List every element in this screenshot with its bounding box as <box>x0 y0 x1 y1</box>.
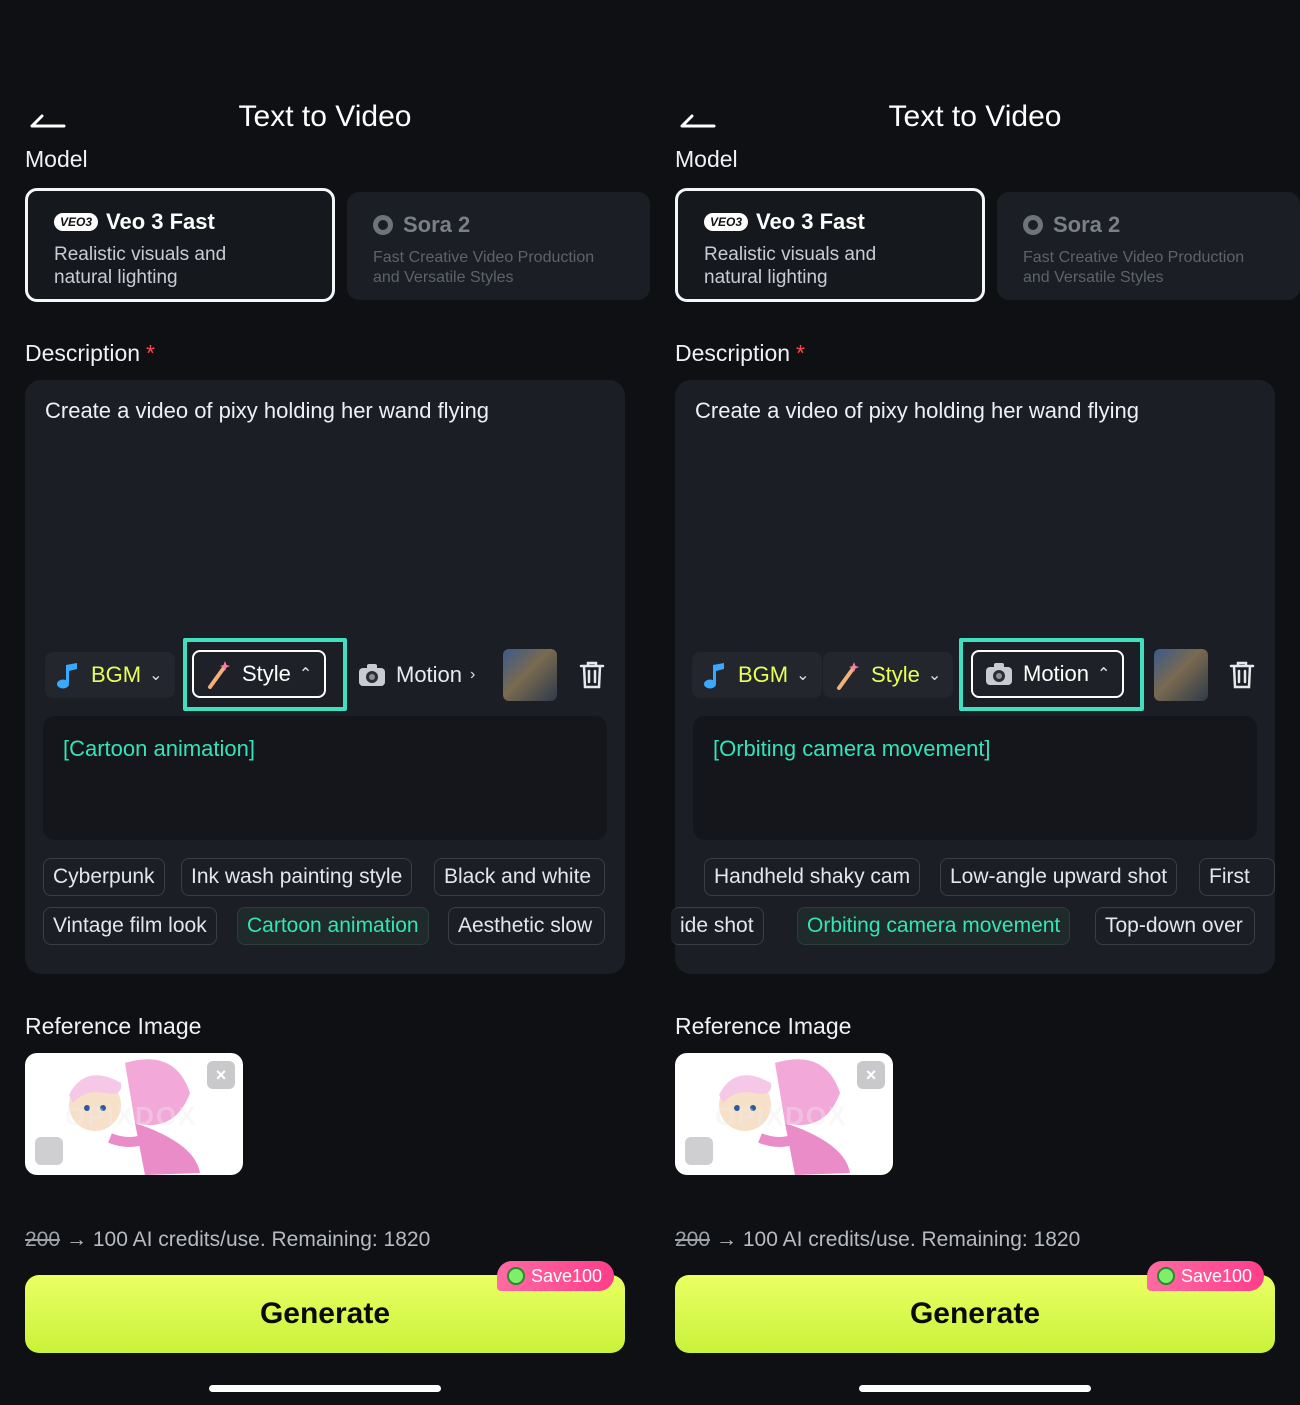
description-box: Create a video of pixy holding her wand … <box>25 380 625 974</box>
bgm-label: BGM <box>738 662 789 687</box>
motion-chip[interactable]: Handheld shaky cam <box>704 858 921 896</box>
save-badge: Save100 <box>1147 1261 1265 1291</box>
model-desc-line: Realistic visuals and <box>704 244 877 265</box>
model-name: Sora 2 <box>1053 212 1121 237</box>
home-indicator[interactable] <box>209 1385 441 1392</box>
motion-label: Motion <box>396 662 463 687</box>
motion-chip[interactable]: Low-angle upward shot <box>940 858 1178 896</box>
model-desc-line: Realistic visuals and <box>54 244 227 265</box>
watermark: OPIXDOX <box>715 1101 848 1131</box>
edit-image-icon[interactable] <box>35 1137 63 1165</box>
style-button[interactable]: Style ⌄ <box>823 652 954 698</box>
style-chip[interactable]: Black and white <box>434 858 605 896</box>
chevron-right-icon: › <box>470 666 476 683</box>
motion-chip[interactable]: Top-down over <box>1095 907 1255 945</box>
style-label: Style <box>871 662 920 687</box>
veo-badge-icon: VEO3 <box>54 213 99 231</box>
chevron-down-icon: ⌄ <box>149 667 163 684</box>
trash-icon[interactable] <box>578 660 606 690</box>
model-label: Model <box>675 146 738 172</box>
motion-button[interactable]: Motion › <box>346 652 487 698</box>
music-note-icon <box>704 661 728 689</box>
prompt-preview[interactable]: [Orbiting camera movement] <box>693 716 1257 840</box>
model-card-sora2[interactable]: Sora 2 Fast Creative Video Production an… <box>997 192 1300 300</box>
save-badge: Save100 <box>497 1261 615 1291</box>
credits-old-price: 200 <box>675 1228 711 1251</box>
credits-info: 200 → 100 AI credits/use. Remaining: 1820 <box>25 1228 430 1252</box>
model-card-veo3[interactable]: VEO3 Veo 3 Fast Realistic visuals and na… <box>25 188 335 302</box>
watermark: OPIXDOX <box>65 1101 198 1131</box>
chevron-down-icon: ⌄ <box>796 667 810 684</box>
reference-image-label: Reference Image <box>675 1013 852 1039</box>
style-chip[interactable]: Cyberpunk <box>43 858 165 896</box>
close-icon[interactable]: × <box>857 1061 885 1089</box>
description-input[interactable]: Create a video of pixy holding her wand … <box>695 398 1139 424</box>
reference-image[interactable]: OPIXDOX × <box>675 1053 893 1175</box>
style-chip[interactable]: Vintage film look <box>43 907 217 945</box>
motion-chip[interactable]: ide shot <box>671 907 764 945</box>
trash-icon[interactable] <box>1228 660 1256 690</box>
bgm-button[interactable]: BGM ⌄ <box>45 652 175 698</box>
close-icon[interactable]: × <box>207 1061 235 1089</box>
motion-chip[interactable]: First <box>1199 858 1275 896</box>
model-desc-line: natural lighting <box>704 267 828 288</box>
reference-image-label: Reference Image <box>25 1013 202 1039</box>
credits-info: 200 → 100 AI credits/use. Remaining: 1820 <box>675 1228 1080 1252</box>
model-desc-line: and Versatile Styles <box>1023 269 1164 286</box>
chevron-down-icon: ⌄ <box>927 667 942 684</box>
reference-thumbnail[interactable] <box>503 649 557 701</box>
reference-thumbnail[interactable] <box>1154 649 1208 701</box>
edit-image-icon[interactable] <box>685 1137 713 1165</box>
description-box: Create a video of pixy holding her wand … <box>671 380 1275 974</box>
sora-logo-icon <box>373 215 393 235</box>
veo-badge-icon: VEO3 <box>704 213 749 231</box>
save-badge-label: Save100 <box>531 1265 603 1286</box>
bgm-button[interactable]: BGM ⌄ <box>692 652 822 698</box>
credits-old-price: 200 <box>25 1228 61 1251</box>
motion-chip-selected[interactable]: Orbiting camera movement <box>797 907 1071 945</box>
model-desc-line: and Versatile Styles <box>373 269 514 286</box>
description-input[interactable]: Create a video of pixy holding her wand … <box>45 398 489 424</box>
model-desc-line: Fast Creative Video Production <box>1023 249 1245 266</box>
model-name: Veo 3 Fast <box>756 209 865 234</box>
model-card-veo3[interactable]: VEO3 Veo 3 Fast Realistic visuals and na… <box>675 188 985 302</box>
credits-text: → 100 AI credits/use. Remaining: 1820 <box>716 1228 1081 1251</box>
style-chip-selected[interactable]: Cartoon animation <box>237 907 429 945</box>
music-note-icon <box>57 661 81 689</box>
screen-style: Text to Video Model VEO3 Veo 3 Fast Real… <box>0 0 650 1405</box>
highlight-box <box>959 638 1144 711</box>
coin-icon <box>507 1267 525 1285</box>
bgm-label: BGM <box>91 662 142 687</box>
model-desc-line: Fast Creative Video Production <box>373 249 595 266</box>
camera-icon <box>358 663 386 687</box>
save-badge-label: Save100 <box>1181 1265 1253 1286</box>
prompt-tag: [Cartoon animation] <box>63 736 255 761</box>
description-label: Description * <box>675 340 805 366</box>
prompt-preview[interactable]: [Cartoon animation] <box>43 716 607 840</box>
model-desc-line: natural lighting <box>54 267 178 288</box>
style-chip[interactable]: Ink wash painting style <box>181 858 413 896</box>
screen-motion: Text to Video Model VEO3 Veo 3 Fast Real… <box>650 0 1300 1405</box>
model-label: Model <box>25 146 88 172</box>
model-name: Veo 3 Fast <box>106 209 215 234</box>
page-title: Text to Video <box>238 100 412 133</box>
credits-text: → 100 AI credits/use. Remaining: 1820 <box>66 1228 431 1251</box>
coin-icon <box>1157 1267 1175 1285</box>
description-label: Description * <box>25 340 155 366</box>
model-card-sora2[interactable]: Sora 2 Fast Creative Video Production an… <box>347 192 650 300</box>
prompt-tag: [Orbiting camera movement] <box>713 736 991 761</box>
model-name: Sora 2 <box>403 212 471 237</box>
reference-image[interactable]: OPIXDOX × <box>25 1053 243 1175</box>
highlight-box <box>183 638 347 711</box>
sora-logo-icon <box>1023 215 1043 235</box>
magic-wand-icon <box>835 660 861 690</box>
style-chip[interactable]: Aesthetic slow <box>448 907 605 945</box>
page-title: Text to Video <box>888 100 1062 133</box>
home-indicator[interactable] <box>859 1385 1091 1392</box>
